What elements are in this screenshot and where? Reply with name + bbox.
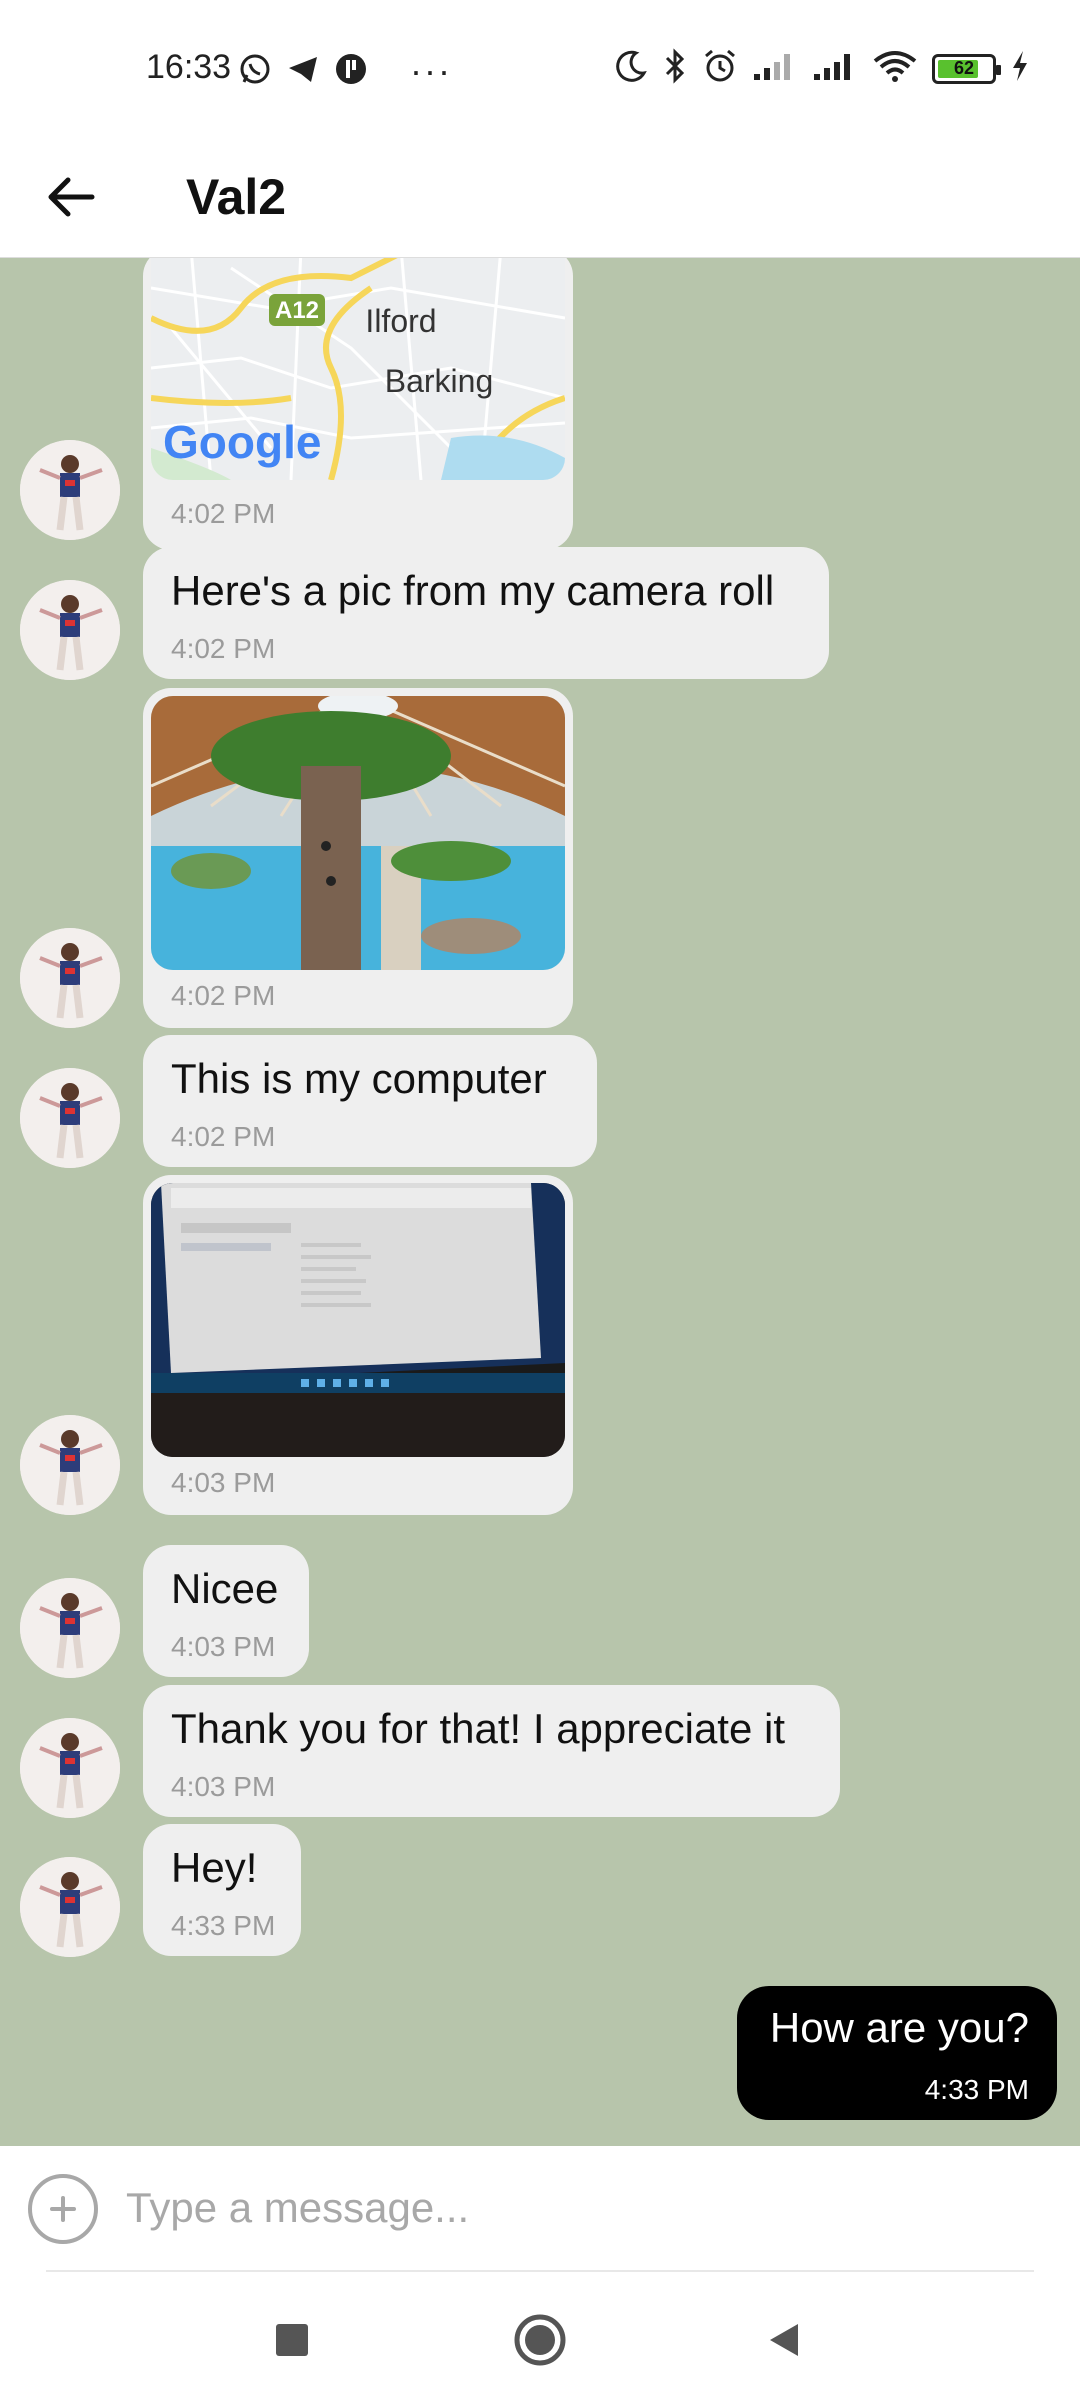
message-text: Hey! <box>171 1844 258 1891</box>
signal-icon <box>752 50 798 87</box>
triangle-back-icon <box>770 2324 798 2356</box>
circle-icon <box>514 2314 566 2366</box>
message-time: 4:02 PM <box>171 633 276 664</box>
whatsapp-icon <box>238 52 272 91</box>
avatar[interactable] <box>20 1068 120 1168</box>
square-icon <box>276 2324 308 2356</box>
message-time: 4:02 PM <box>171 980 276 1011</box>
photo-image[interactable] <box>151 696 565 970</box>
map-place-label: Ilford <box>365 303 436 339</box>
message-bubble[interactable]: Thank you for that! I appreciate it 4:03… <box>143 1685 840 1817</box>
message-bubble[interactable]: Nicee 4:03 PM <box>143 1545 309 1677</box>
more-dots: ··· <box>410 50 452 91</box>
avatar[interactable] <box>20 928 120 1028</box>
moon-icon <box>614 49 648 88</box>
google-logo: Google <box>163 416 321 468</box>
status-time: 16:33 <box>146 48 232 86</box>
signal-icon <box>812 50 858 87</box>
home-button[interactable] <box>510 2310 570 2370</box>
avatar[interactable] <box>20 1857 120 1957</box>
message-bubble[interactable]: A12 Ilford Barking Google 4:02 PM <box>143 258 573 550</box>
battery-icon: 62 <box>932 53 1001 84</box>
message-time: 4:03 PM <box>171 1467 276 1498</box>
message-text: Thank you for that! I appreciate it <box>171 1705 786 1752</box>
message-bubble[interactable]: 4:02 PM <box>143 688 573 1028</box>
outgoing-message-bubble[interactable]: How are you? 4:33 PM <box>737 1986 1057 2120</box>
avatar[interactable] <box>20 440 120 540</box>
avatar[interactable] <box>20 1578 120 1678</box>
road-label: A12 <box>275 297 319 324</box>
telegram-icon <box>286 52 320 91</box>
message-time: 4:33 PM <box>171 1910 276 1941</box>
avatar[interactable] <box>20 1415 120 1515</box>
message-input[interactable] <box>126 2168 1026 2248</box>
map-image[interactable]: A12 Ilford Barking Google <box>151 258 565 480</box>
message-time: 4:33 PM <box>924 2074 1029 2105</box>
message-bubble[interactable]: 4:03 PM <box>143 1175 573 1515</box>
status-bar: 16:33 ··· 62 <box>0 0 1080 140</box>
message-bubble[interactable]: Here's a pic from my camera roll 4:02 PM <box>143 547 829 679</box>
alarm-icon <box>702 48 738 89</box>
message-time: 4:02 PM <box>171 1121 276 1152</box>
message-time: 4:03 PM <box>171 1631 276 1662</box>
photo-image[interactable] <box>151 1183 565 1457</box>
navigation-bar <box>0 2272 1080 2400</box>
message-text: How are you? <box>769 2004 1029 2051</box>
app-icon <box>334 52 368 91</box>
message-time: 4:02 PM <box>171 498 276 529</box>
back-nav-button[interactable] <box>754 2310 814 2370</box>
attach-button[interactable] <box>28 2174 98 2244</box>
plus-icon <box>50 2196 76 2222</box>
message-bubble[interactable]: This is my computer 4:02 PM <box>143 1035 597 1167</box>
charging-icon <box>1010 49 1030 88</box>
message-bubble[interactable]: Hey! 4:33 PM <box>143 1824 301 1956</box>
map-place-label: Barking <box>385 363 494 399</box>
bluetooth-icon <box>662 48 688 89</box>
battery-percent: 62 <box>953 58 975 78</box>
message-text: Nicee <box>171 1565 279 1612</box>
page-title: Val2 <box>186 169 287 225</box>
message-text: This is my computer <box>171 1055 547 1102</box>
avatar[interactable] <box>20 580 120 680</box>
message-time: 4:03 PM <box>171 1771 276 1802</box>
message-composer <box>0 2146 1080 2270</box>
arrow-left-icon <box>48 177 95 217</box>
message-text: Here's a pic from my camera roll <box>171 567 775 614</box>
chat-header: Val2 <box>0 140 1080 258</box>
back-button[interactable] <box>36 162 106 232</box>
avatar[interactable] <box>20 1718 120 1818</box>
message-list[interactable]: A12 Ilford Barking Google 4:02 PM Here's… <box>0 258 1080 2146</box>
wifi-icon <box>872 49 918 88</box>
recents-button[interactable] <box>262 2310 322 2370</box>
